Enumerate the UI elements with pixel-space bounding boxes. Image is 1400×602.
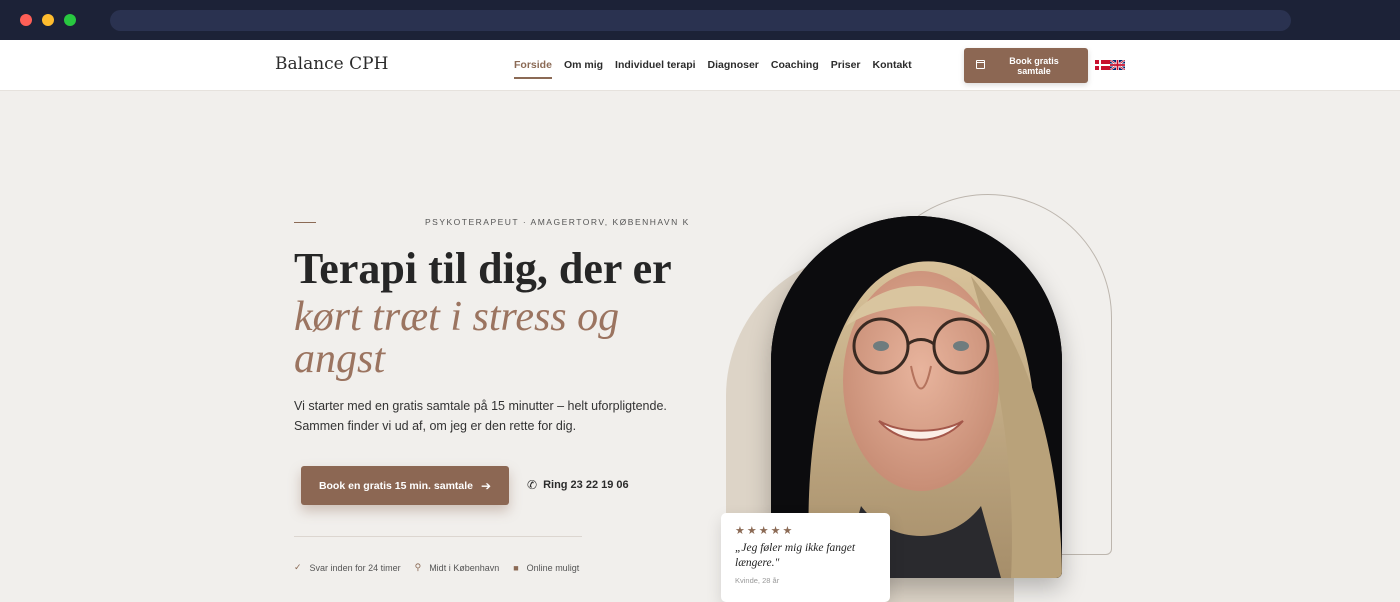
nav-item-coaching[interactable]: Coaching <box>771 59 819 77</box>
nav-item-om-mig[interactable]: Om mig <box>564 59 603 77</box>
nav-item-kontakt[interactable]: Kontakt <box>873 59 912 77</box>
feature-item: ■ Online muligt <box>513 562 579 573</box>
feature-label: Svar inden for 24 timer <box>309 562 401 573</box>
main-nav: Forside Om mig Individuel terapi Diagnos… <box>514 59 912 79</box>
pin-icon: ⚲ <box>414 562 422 572</box>
hero-heading-accent: kørt træt i stress og angst <box>294 294 620 382</box>
hero-divider <box>294 536 582 537</box>
rating-stars-icon: ★★★★★ <box>735 524 795 537</box>
site-logo[interactable]: Balance CPH <box>275 54 388 74</box>
address-bar[interactable] <box>110 10 1291 31</box>
book-free-session-button[interactable]: Book en gratis 15 min. samtale ➔ <box>301 466 509 505</box>
cta-label: Book en gratis 15 min. samtale <box>318 479 473 492</box>
feature-item: ⚲ Midt i København <box>415 562 500 573</box>
feature-label: Midt i København <box>429 562 500 573</box>
minimize-window-button[interactable] <box>42 14 54 26</box>
review-author: Kvinde, 28 år <box>735 576 780 585</box>
site-header: Balance CPH Forside Om mig Individuel te… <box>0 40 1400 91</box>
phone-icon: ✆ <box>527 478 538 492</box>
hero-eyebrow: PSYKOTERAPEUT · AMAGERTORV, KØBENHAVN K <box>425 217 690 227</box>
feature-item: ✓ Svar inden for 24 timer <box>294 562 401 573</box>
hero-heading: Terapi til dig, der er <box>294 244 672 293</box>
phone-label: Ring 23 22 19 06 <box>543 479 629 491</box>
arrow-right-icon: ➔ <box>481 478 492 493</box>
feature-label: Online muligt <box>526 562 580 573</box>
feature-list: ✓ Svar inden for 24 timer ⚲ Midt i Køben… <box>294 562 579 573</box>
book-free-call-button[interactable]: Book gratis samtale <box>964 48 1088 83</box>
close-window-button[interactable] <box>20 14 32 26</box>
review-card: ★★★★★ „Jeg føler mig ikke fanget længere… <box>721 513 890 602</box>
browser-chrome <box>0 0 1400 40</box>
nav-item-individuel-terapi[interactable]: Individuel terapi <box>615 59 696 77</box>
flag-dk-icon[interactable] <box>1095 60 1110 70</box>
nav-item-diagnoser[interactable]: Diagnoser <box>708 59 759 77</box>
video-icon: ■ <box>513 562 519 573</box>
hero-lead: Vi starter med en gratis samtale på 15 m… <box>294 399 667 433</box>
check-icon: ✓ <box>294 562 302 572</box>
maximize-window-button[interactable] <box>64 14 76 26</box>
flag-uk-icon[interactable] <box>1110 60 1125 70</box>
review-quote: „Jeg føler mig ikke fanget længere." <box>735 542 856 569</box>
calendar-icon <box>976 60 985 69</box>
language-switcher <box>1095 60 1125 70</box>
eyebrow-divider <box>294 222 316 223</box>
phone-link[interactable]: ✆ Ring 23 22 19 06 <box>527 478 629 492</box>
book-button-label: Book gratis samtale <box>1009 55 1059 76</box>
nav-item-priser[interactable]: Priser <box>831 59 861 77</box>
nav-item-forside[interactable]: Forside <box>514 59 552 79</box>
